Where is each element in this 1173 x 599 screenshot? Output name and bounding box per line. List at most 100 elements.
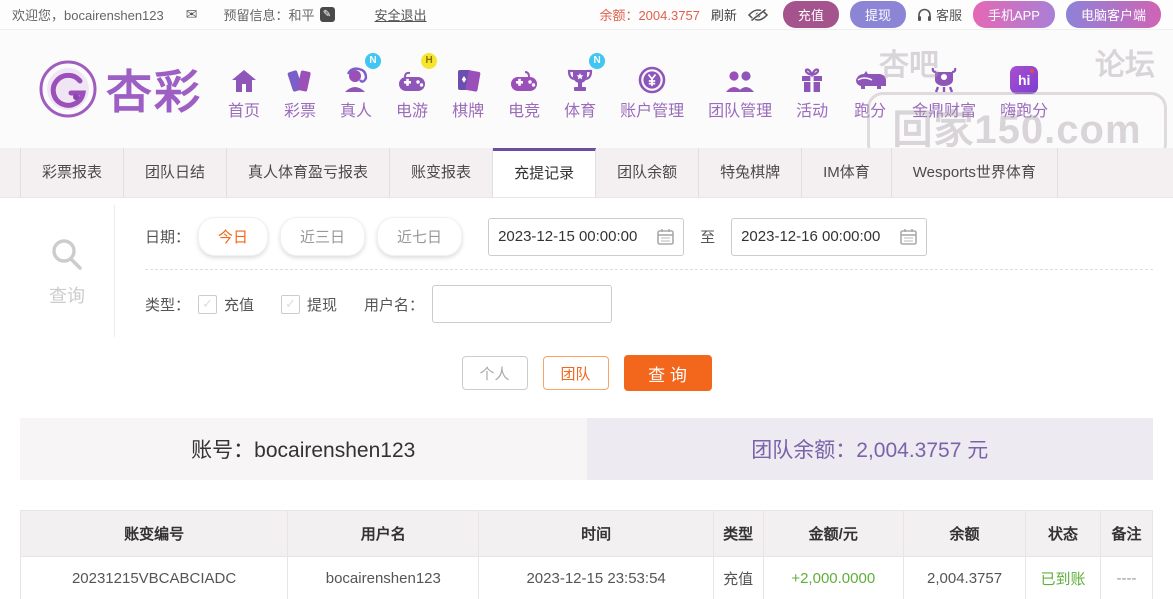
nav-item-sports[interactable]: N 体育 <box>552 52 608 121</box>
records-table: 账变编号 用户名 时间 类型 金额/元 余额 状态 备注 20231215VBCABCIADC… <box>19 510 1154 599</box>
mobile-app-button[interactable]: 手机APP <box>972 1 1055 28</box>
range-3days-button[interactable]: 近三日 <box>280 217 366 256</box>
esports-gamepad-icon <box>511 70 538 91</box>
range-today-button[interactable]: 今日 <box>198 217 269 256</box>
range-7days-button[interactable]: 近七日 <box>377 217 463 256</box>
type-row: 类型： ✓ 充值 ✓ 提现 用户名： <box>145 285 1153 323</box>
search-icon <box>52 238 82 270</box>
nav-label: 体育 <box>564 102 597 120</box>
logout-link[interactable]: 安全退出 <box>375 5 427 24</box>
hi-app-icon: hi <box>1010 65 1039 94</box>
hide-balance-eye-icon[interactable] <box>747 7 768 22</box>
account-summary: 账号：bocairenshen123 <box>20 418 587 480</box>
headset-icon <box>917 8 931 21</box>
nav-item-paofen[interactable]: 跑分 <box>840 58 900 121</box>
tab-wesports[interactable]: Wesports世界体育 <box>892 148 1058 197</box>
nav-item-haipaofen[interactable]: hi 嗨跑分 <box>988 58 1060 121</box>
gift-icon <box>802 67 823 92</box>
table-header-cell: 余额 <box>902 510 1027 557</box>
tab-account-change[interactable]: 账变报表 <box>390 148 494 197</box>
cell-remark: ---- <box>1099 556 1154 599</box>
nav-label: 嗨跑分 <box>1000 102 1049 120</box>
nav-item-team[interactable]: 团队管理 <box>696 58 784 121</box>
recharge-checkbox[interactable]: ✓ <box>198 294 218 314</box>
nav-label: 彩票 <box>284 102 317 120</box>
divider <box>145 269 1153 270</box>
username-label: 用户名： <box>364 296 425 314</box>
nav-item-esports[interactable]: 电竞 <box>496 58 552 121</box>
type-label: 类型： <box>145 296 191 314</box>
summary-row: 账号：bocairenshen123 团队余额：2,004.3757 元 <box>20 418 1153 480</box>
tab-tetu-boardgames[interactable]: 特兔棋牌 <box>699 148 803 197</box>
nav-item-activity[interactable]: 活动 <box>784 58 840 121</box>
nav-item-jinding[interactable]: 金鼎财富 <box>900 58 988 121</box>
query-button[interactable]: 查 询 <box>623 355 712 391</box>
watermark-right-text: 论坛 <box>1095 49 1155 82</box>
refresh-button[interactable]: 刷新 <box>711 5 737 24</box>
tab-team-daily[interactable]: 团队日结 <box>124 148 228 197</box>
search-panel: 查询 日期： 今日 近三日 近七日 2023-12-15 00:00:00 至 … <box>20 205 1153 337</box>
table-header-cell: 账变编号 <box>19 510 289 557</box>
logo[interactable]: 杏彩 <box>36 56 202 122</box>
nav-item-home[interactable]: 首页 <box>216 58 272 121</box>
message-envelope-icon[interactable]: ✉ <box>186 7 198 23</box>
team-people-icon <box>726 70 755 92</box>
table-header-cell: 备注 <box>1099 510 1154 557</box>
tab-im-sports[interactable]: IM体育 <box>802 148 892 197</box>
service-label: 客服 <box>935 8 962 23</box>
customer-service[interactable]: 客服 <box>917 5 962 24</box>
date-label: 日期： <box>145 229 191 246</box>
topbar: 欢迎您，bocairenshen123 ✉ 预留信息：和平 ✎ 安全退出 余额：… <box>0 0 1173 30</box>
recharge-checkbox-label: 充值 <box>224 296 255 314</box>
gamepad-icon <box>399 71 426 91</box>
table-header-cell: 用户名 <box>287 510 480 557</box>
table-row[interactable]: 20231215VBCABCIADC bocairenshen123 2023-… <box>19 556 1154 599</box>
team-balance-summary: 团队余额：2,004.3757 元 <box>586 418 1153 480</box>
username-input[interactable] <box>432 285 613 323</box>
tab-lottery-report[interactable]: 彩票报表 <box>20 148 125 197</box>
nav-item-boardgames[interactable]: 棋牌 <box>440 58 496 121</box>
date-to-input[interactable]: 2023-12-16 00:00:00 <box>731 217 928 256</box>
nav-label: 团队管理 <box>708 102 773 120</box>
date-to-value: 2023-12-16 00:00:00 <box>741 228 881 245</box>
table-header-cell: 状态 <box>1025 510 1101 557</box>
edit-icon[interactable]: ✎ <box>319 7 335 22</box>
nav-item-live[interactable]: N 真人 <box>328 52 384 121</box>
search-side-text: 查询 <box>49 285 85 306</box>
cell-status: 已到账 <box>1025 556 1101 599</box>
tab-live-sports-pl[interactable]: 真人体育盈亏报表 <box>227 148 391 197</box>
tab-team-balance[interactable]: 团队余额 <box>596 148 700 197</box>
action-buttons: 个人 团队 查 询 <box>0 355 1173 391</box>
nav-item-account[interactable]: 账户管理 <box>608 58 696 121</box>
table-header-cell: 类型 <box>712 510 764 557</box>
nav-label: 电竞 <box>508 102 541 120</box>
nav-item-egames[interactable]: H 电游 <box>384 52 440 121</box>
site-header: 杏彩 首页 彩票 N 真人 H 电游 棋牌 电竞 N 体育 账户管理 团队管理 … <box>0 30 1173 160</box>
nav-label: 棋牌 <box>452 102 485 120</box>
nav-item-lottery[interactable]: 彩票 <box>272 58 328 121</box>
nav-label: 账户管理 <box>620 102 685 120</box>
cards-icon <box>458 69 481 92</box>
withdraw-button[interactable]: 提现 <box>849 1 906 28</box>
withdraw-checkbox-label: 提现 <box>307 296 338 314</box>
table-header-cell: 时间 <box>478 510 714 557</box>
balance-text: 余额：2004.3757 <box>599 8 700 23</box>
tab-deposit-withdraw-records[interactable]: 充提记录 <box>493 148 597 197</box>
date-from-input[interactable]: 2023-12-15 00:00:00 <box>488 217 685 256</box>
logo-emblem-icon <box>39 60 97 118</box>
pc-client-button[interactable]: 电脑客户端 <box>1065 1 1161 28</box>
hi-app-dot <box>1030 68 1035 73</box>
hot-badge: H <box>421 52 438 69</box>
recharge-button[interactable]: 充值 <box>782 1 839 28</box>
new-badge: N <box>589 52 606 69</box>
type-option-recharge: ✓ 充值 <box>198 294 254 315</box>
logo-text: 杏彩 <box>106 66 202 118</box>
tickets-icon <box>287 69 311 92</box>
withdraw-checkbox[interactable]: ✓ <box>281 294 301 314</box>
table-body: 20231215VBCABCIADC bocairenshen123 2023-… <box>19 556 1154 599</box>
main-nav: 首页 彩票 N 真人 H 电游 棋牌 电竞 N 体育 账户管理 团队管理 活动 … <box>216 52 1060 121</box>
team-button[interactable]: 团队 <box>542 356 609 390</box>
nav-label: 金鼎财富 <box>912 102 977 120</box>
personal-button[interactable]: 个人 <box>461 356 528 390</box>
tripod-cauldron-icon <box>931 67 957 92</box>
